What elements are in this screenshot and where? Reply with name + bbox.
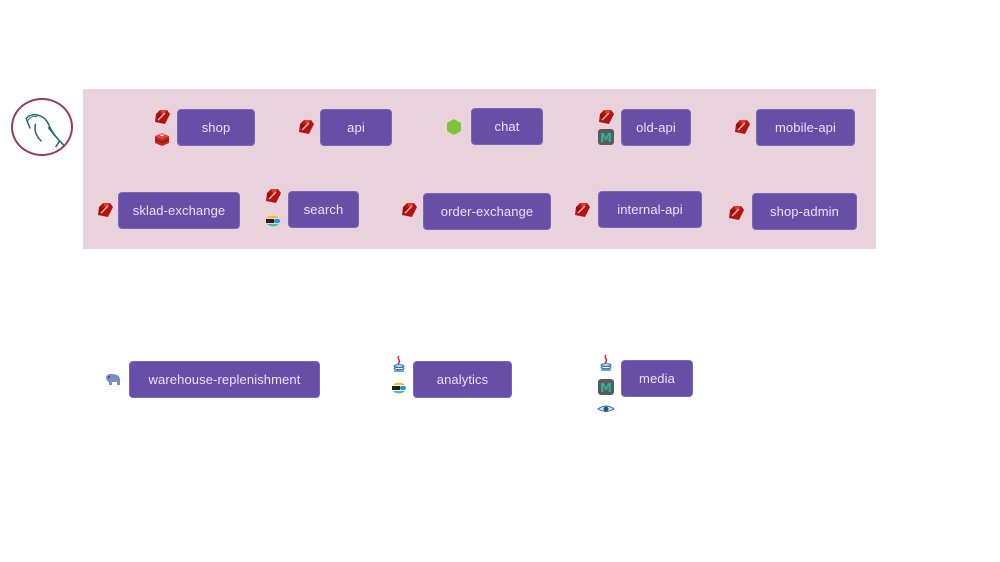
java-icon xyxy=(597,354,615,372)
elasticsearch-icon xyxy=(390,379,408,397)
nodejs-icon xyxy=(445,118,463,136)
mysql-dolphin-icon xyxy=(13,100,71,154)
redis-icon xyxy=(153,130,171,148)
node-chat[interactable]: chat xyxy=(471,108,543,145)
node-order-exchange[interactable]: order-exchange xyxy=(423,193,551,230)
eye-icon xyxy=(597,400,615,418)
ruby-icon xyxy=(727,204,745,222)
node-mobile-api[interactable]: mobile-api xyxy=(756,109,855,146)
ruby-icon xyxy=(96,201,114,219)
ruby-icon xyxy=(597,108,615,126)
elasticsearch-icon xyxy=(264,212,282,230)
memcached-icon xyxy=(597,378,615,396)
node-old-api[interactable]: old-api xyxy=(621,109,691,146)
java-icon xyxy=(390,355,408,373)
node-sklad-exchange[interactable]: sklad-exchange xyxy=(118,192,240,229)
node-warehouse-replenishment[interactable]: warehouse-replenishment xyxy=(129,361,320,398)
ruby-icon xyxy=(153,108,171,126)
ruby-icon xyxy=(400,201,418,219)
node-shop-admin[interactable]: shop-admin xyxy=(752,193,857,230)
ruby-icon xyxy=(573,201,591,219)
ruby-icon xyxy=(733,118,751,136)
ruby-icon xyxy=(264,187,282,205)
node-shop[interactable]: shop xyxy=(177,109,255,146)
php-elephant-icon xyxy=(104,371,122,389)
node-api[interactable]: api xyxy=(320,109,392,146)
node-search[interactable]: search xyxy=(288,191,359,228)
node-internal-api[interactable]: internal-api xyxy=(598,191,702,228)
mysql-database[interactable] xyxy=(11,98,73,156)
memcached-icon xyxy=(597,128,615,146)
node-analytics[interactable]: analytics xyxy=(413,361,512,398)
node-media[interactable]: media xyxy=(621,360,693,397)
ruby-icon xyxy=(297,118,315,136)
